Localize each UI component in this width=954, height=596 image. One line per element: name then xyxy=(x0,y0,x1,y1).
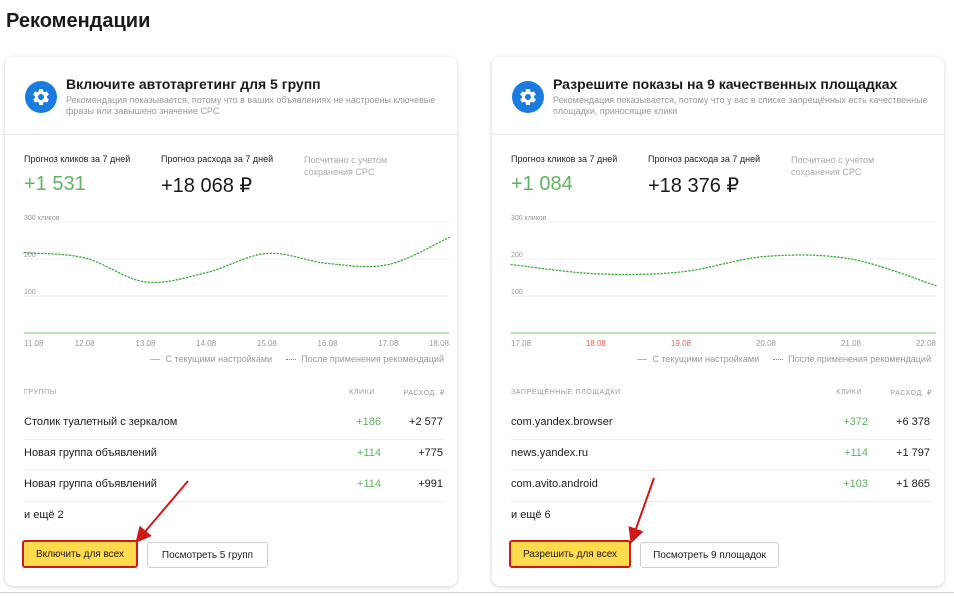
legend-label: После применения рекомендаций xyxy=(301,354,444,364)
table-header-name: ЗАПРЕЩЁННЫЕ ПЛОЩАДКИ xyxy=(511,389,621,396)
table-row: com.avito.android +103 +1 865 xyxy=(511,470,932,502)
legend-swatch-dotted xyxy=(286,358,297,360)
card-title: Разрешите показы на 9 качественных площа… xyxy=(553,76,898,92)
clicks-forecast-label: Прогноз кликов за 7 дней xyxy=(24,154,131,164)
chart-legend: С текущими настройками После применения … xyxy=(136,354,444,364)
table-header-spend: РАСХОД, ₽ xyxy=(890,390,932,397)
row-name: news.yandex.ru xyxy=(511,447,589,459)
clicks-forecast-chart: 300 кликов 200 100 17.08 18.08 19.08 20.08 21.0… xyxy=(510,215,937,348)
spend-forecast-label: Прогноз расхода за 7 дней xyxy=(648,154,761,164)
spend-forecast-value: +18 068 ₽ xyxy=(161,175,253,197)
clicks-forecast-value: +1 531 xyxy=(24,173,86,195)
gear-icon xyxy=(25,81,57,113)
card-title: Включите автотаргетинг для 5 групп xyxy=(66,76,321,92)
legend-label: После применения рекомендаций xyxy=(788,354,931,364)
y-tick-label: 300 кликов xyxy=(24,215,60,222)
table-header-clicks: КЛИКИ xyxy=(349,389,375,396)
table-row: news.yandex.ru +114 +1 797 xyxy=(511,439,932,471)
recommendation-card-autotargeting: Включите автотаргетинг для 5 групп Реком… xyxy=(5,57,457,586)
table-row: Столик туалетный с зеркалом +186 +2 577 xyxy=(24,408,445,440)
row-name: Столик туалетный с зеркалом xyxy=(24,416,178,428)
table-header-clicks: КЛИКИ xyxy=(836,389,862,396)
x-tick-label: 17.08 xyxy=(378,339,399,348)
clicks-forecast-label: Прогноз кликов за 7 дней xyxy=(511,154,618,164)
row-spend: +775 xyxy=(418,447,443,459)
legend-item-after: После применения рекомендаций xyxy=(286,354,444,364)
row-clicks: +103 xyxy=(843,478,868,490)
series-line-after-recommendations xyxy=(510,254,937,287)
x-tick-label: 12.08 xyxy=(75,339,96,348)
row-name: com.yandex.browser xyxy=(511,416,613,428)
x-tick-label: 21.08 xyxy=(841,339,862,348)
forecast-note: Посчитано с учетом сохранения CPC xyxy=(304,155,388,177)
legend-label: С текущими настройками xyxy=(165,354,273,364)
card-header: Разрешите показы на 9 качественных площа… xyxy=(492,57,944,135)
row-name: com.avito.android xyxy=(511,478,598,490)
clicks-forecast-chart: 300 кликов20010011.08 12.08 13.08 14.08 15.0… xyxy=(23,215,450,348)
more-link[interactable]: и ещё 6 xyxy=(511,509,551,521)
y-tick-label: 300 кликов xyxy=(511,215,547,222)
table-row: com.yandex.browser +372 +6 378 xyxy=(511,408,932,440)
legend-swatch-solid xyxy=(150,358,161,360)
recommendation-card-placements: Разрешите показы на 9 качественных площа… xyxy=(492,57,944,586)
x-tick-label: 18.08 xyxy=(429,339,450,348)
legend-item-current: С текущими настройками xyxy=(150,354,272,364)
x-tick-label: 17.08 xyxy=(511,339,532,348)
page-title: Рекомендации xyxy=(6,10,151,32)
x-tick-label: 22.08 xyxy=(916,339,937,348)
row-spend: +1 865 xyxy=(896,478,930,490)
row-clicks: +186 xyxy=(356,416,381,428)
more-link[interactable]: и ещё 2 xyxy=(24,509,64,521)
y-tick-label: 100 xyxy=(24,289,36,296)
row-spend: +1 797 xyxy=(896,447,930,459)
table-row: Новая группа объявлений +114 +991 xyxy=(24,470,445,502)
y-tick-label: 100 xyxy=(511,289,523,296)
legend-swatch-solid xyxy=(637,358,648,360)
card-header: Включите автотаргетинг для 5 групп Реком… xyxy=(5,57,457,135)
card-description: Рекомендация показывается, потому что в … xyxy=(66,95,436,116)
y-tick-label: 200 xyxy=(511,252,523,259)
row-name: Новая группа объявлений xyxy=(24,478,157,490)
enable-all-button[interactable]: Включить для всех xyxy=(22,540,138,568)
row-clicks: +372 xyxy=(843,416,868,428)
chart-legend: С текущими настройками После применения … xyxy=(623,354,931,364)
x-tick-label: 11.08 xyxy=(24,339,44,348)
legend-item-after: После применения рекомендаций xyxy=(773,354,931,364)
row-spend: +6 378 xyxy=(896,416,930,428)
row-clicks: +114 xyxy=(357,478,381,490)
row-spend: +2 577 xyxy=(409,416,443,428)
x-tick-label: 20.08 xyxy=(756,339,777,348)
table-header-name: ГРУППЫ xyxy=(24,389,57,396)
table-row: Новая группа объявлений +114 +775 xyxy=(24,439,445,471)
legend-swatch-dotted xyxy=(773,358,784,360)
forecast-note: Посчитано с учетом сохранения CPC xyxy=(791,155,875,177)
spend-forecast-value: +18 376 ₽ xyxy=(648,175,740,197)
legend-item-current: С текущими настройками xyxy=(637,354,759,364)
x-tick-label: 16.08 xyxy=(318,339,339,348)
view-placements-button[interactable]: Посмотреть 9 площадок xyxy=(640,542,779,568)
x-tick-label: 19.08 xyxy=(671,339,692,348)
gear-icon xyxy=(512,81,544,113)
row-name: Новая группа объявлений xyxy=(24,447,157,459)
spend-forecast-label: Прогноз расхода за 7 дней xyxy=(161,154,274,164)
view-groups-button[interactable]: Посмотреть 5 групп xyxy=(147,542,268,568)
table-header-spend: РАСХОД, ₽ xyxy=(403,390,445,397)
allow-all-button[interactable]: Разрешить для всех xyxy=(509,540,631,568)
x-tick-label: 18.08 xyxy=(586,339,607,348)
row-spend: +991 xyxy=(418,478,443,490)
x-tick-label: 13.08 xyxy=(135,339,156,348)
series-line-after-recommendations xyxy=(23,236,450,284)
card-description: Рекомендация показывается, потому что у … xyxy=(553,95,928,116)
x-tick-label: 14.08 xyxy=(196,339,217,348)
clicks-forecast-value: +1 084 xyxy=(511,173,573,195)
legend-label: С текущими настройками xyxy=(652,354,760,364)
row-clicks: +114 xyxy=(844,447,868,459)
row-clicks: +114 xyxy=(357,447,381,459)
page-bottom-divider xyxy=(0,592,954,593)
x-tick-label: 15.08 xyxy=(257,339,278,348)
